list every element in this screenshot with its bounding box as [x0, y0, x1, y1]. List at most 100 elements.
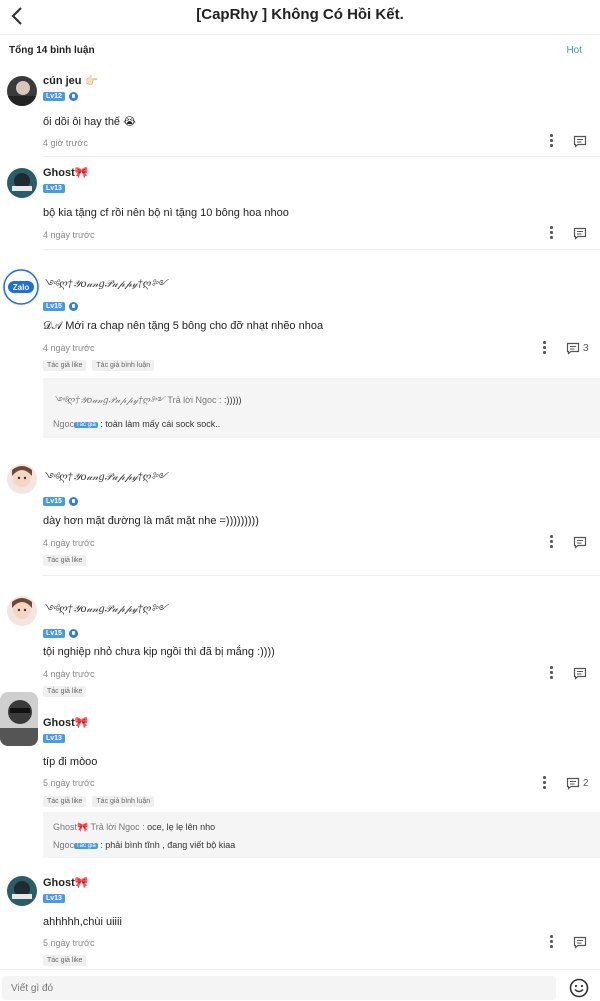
shield-icon	[68, 301, 78, 311]
comment-item: ༺ღ†𝒴𝑜𝓊𝓃𝑔𝒫𝓊𝓅𝓅𝓎†ღ༻ Lv15 tội nghiệp nhỏ chư…	[0, 588, 600, 700]
comment-author[interactable]: cún jeu 👉🏻	[43, 74, 98, 87]
user-badges: Lv15	[43, 496, 78, 506]
reply-author: Ghost🎀	[53, 822, 89, 832]
comment-icon	[573, 536, 587, 549]
divider	[42, 249, 600, 250]
comment-item: cún jeu 👉🏻 Lv12 ối dồi ôi hay thế 😭 4 gi…	[0, 66, 600, 157]
avatar[interactable]	[7, 596, 37, 626]
author-badge: Tác giả	[74, 422, 98, 428]
user-badges: Lv12	[43, 91, 78, 101]
page-title: [CapRhy ] Không Có Hồi Kết.	[196, 6, 404, 23]
comment-tags: Tác giả like Tác giả bình luận	[43, 360, 155, 371]
more-vertical-icon[interactable]	[546, 535, 556, 549]
author-badge: Tác giả	[74, 843, 98, 849]
comment-author[interactable]: ༺ღ†𝒴𝑜𝓊𝓃𝑔𝒫𝓊𝓅𝓅𝓎†ღ༻	[43, 598, 167, 626]
reply-verb: Trả lời Ngoc :	[88, 822, 148, 832]
comment-time: 4 ngày trước	[43, 343, 95, 353]
thread-reply: Ngoc Tác giả : toàn làm mấy cái sock sock…	[53, 419, 220, 429]
smiley-icon[interactable]	[569, 978, 589, 998]
thread-reply: Ghost🎀 Trả lời Ngoc : oce, lẹ lẹ lên nho	[53, 822, 215, 833]
comment-item: ༺ღ†𝒴𝑜𝓊𝓃𝑔𝒫𝓊𝓅𝓅𝓎†ღ༻ Lv15 dày hơn mặt đường …	[0, 456, 600, 576]
comment-author[interactable]: ༺ღ†𝒴𝑜𝓊𝓃𝑔𝒫𝓊𝓅𝓅𝓎†ღ༻	[43, 273, 167, 301]
reply-button[interactable]	[573, 134, 587, 148]
comment-item: Ghost🎀 Lv13 ahhhhh,chùi uiiii 5 ngày trư…	[0, 868, 600, 968]
comment-composer	[0, 969, 600, 1001]
level-badge: Lv15	[43, 496, 65, 506]
reply-author: ༺ღ†𝒴𝑜𝓊𝓃𝑔𝒫𝓊𝓅𝓅𝓎†ღ༻	[53, 396, 165, 406]
comment-text: ối dồi ôi hay thế 😭	[43, 116, 136, 128]
comment-time: 4 giờ trước	[43, 138, 88, 148]
reply-count: 2	[583, 777, 589, 789]
user-badges: Lv13	[43, 183, 65, 193]
comment-time: 4 ngày trước	[43, 669, 95, 679]
author-reply-tag: Tác giả bình luận	[92, 360, 155, 371]
user-badges: Lv13	[43, 893, 65, 903]
author-like-tag: Tác giả like	[43, 796, 87, 807]
comment-author[interactable]: Ghost🎀	[43, 876, 88, 889]
avatar[interactable]	[7, 876, 37, 906]
avatar[interactable]	[7, 76, 37, 106]
reply-thread[interactable]: Ghost🎀 Trả lời Ngoc : oce, lẹ lẹ lên nho…	[43, 812, 600, 858]
comment-time: 4 ngày trước	[43, 538, 95, 548]
avatar[interactable]	[7, 464, 37, 494]
comment-time: 5 ngày trước	[43, 938, 95, 948]
avatar[interactable]	[7, 168, 37, 198]
comment-tags: Tác giả like	[43, 955, 87, 966]
comment-author[interactable]: Ghost🎀	[43, 716, 88, 729]
reply-button[interactable]	[573, 666, 587, 680]
reply-button[interactable]: 2	[566, 776, 589, 790]
top-bar: [CapRhy ] Không Có Hồi Kết.	[0, 0, 600, 34]
comment-author[interactable]: ༺ღ†𝒴𝑜𝓊𝓃𝑔𝒫𝓊𝓅𝓅𝓎†ღ༻	[43, 466, 167, 494]
comment-time: 5 ngày trước	[43, 778, 95, 788]
more-vertical-icon[interactable]	[539, 776, 549, 790]
comment-summary-bar: Tổng 14 bình luận Hot	[0, 34, 600, 66]
reply-count: 3	[583, 342, 589, 354]
level-badge: Lv15	[43, 628, 65, 638]
comment-tags: Tác giả like Tác giả bình luận	[43, 796, 155, 807]
level-badge: Lv12	[43, 91, 65, 101]
more-vertical-icon[interactable]	[539, 341, 549, 355]
comment-author[interactable]: Ghost🎀	[43, 166, 88, 179]
reply-button[interactable]: 3	[566, 341, 589, 355]
more-vertical-icon[interactable]	[546, 134, 556, 148]
more-vertical-icon[interactable]	[546, 226, 556, 240]
divider	[42, 575, 600, 576]
more-vertical-icon[interactable]	[546, 666, 556, 680]
reply-verb: Trả lời Ngoc :	[164, 395, 224, 405]
author-reply-tag: Tác giả bình luận	[92, 796, 155, 807]
author-like-tag: Tác giả like	[43, 360, 87, 371]
thread-reply: Ngoc Tác giả : phải bình tĩnh , đang viết…	[53, 840, 235, 850]
level-badge: Lv13	[43, 183, 65, 193]
author-like-tag: Tác giả like	[43, 555, 87, 566]
comment-icon	[573, 667, 587, 680]
comment-icon	[566, 342, 580, 355]
comment-text: dày hơn mặt đường là mất mặt nhe =))))))…	[43, 515, 259, 527]
reply-button[interactable]	[573, 226, 587, 240]
comment-item: Ghost🎀 Lv13 típ đi mòoo 5 ngày trước Tác…	[0, 692, 600, 864]
sort-hot-button[interactable]: Hot	[566, 45, 582, 56]
comment-time: 4 ngày trước	[43, 230, 95, 240]
reply-button[interactable]	[573, 535, 587, 549]
comment-item: Zalo ༺ღ†𝒴𝑜𝓊𝓃𝑔𝒫𝓊𝓅𝓅𝓎†ღ༻ Lv15 𝒟𝒜 Mới ra cha…	[0, 252, 600, 450]
comment-icon	[573, 936, 587, 949]
reply-text: toàn làm mấy cái sock sock..	[105, 419, 221, 429]
user-badges: Lv13	[43, 733, 65, 743]
reply-text: phải bình tĩnh , đang viết bộ kiaa	[105, 840, 236, 850]
reply-author: Ngoc	[53, 419, 75, 429]
comment-icon	[566, 777, 580, 790]
avatar[interactable]: Zalo	[2, 268, 40, 306]
comment-input[interactable]	[2, 976, 556, 1000]
comment-text: bộ kia tặng cf rồi nên bộ nì tặng 10 bôn…	[43, 207, 289, 219]
level-badge: Lv15	[43, 301, 65, 311]
reply-button[interactable]	[573, 935, 587, 949]
level-badge: Lv13	[43, 733, 65, 743]
avatar[interactable]	[0, 692, 38, 746]
reply-thread[interactable]: ༺ღ†𝒴𝑜𝓊𝓃𝑔𝒫𝓊𝓅𝓅𝓎†ღ༻ Trả lời Ngoc : :))))) N…	[43, 378, 600, 438]
comment-text: tội nghiệp nhỏ chưa kịp ngồi thì đã bị m…	[43, 646, 275, 658]
comment-count: Tổng 14 bình luận	[9, 45, 95, 56]
more-vertical-icon[interactable]	[546, 935, 556, 949]
comment-icon	[573, 135, 587, 148]
svg-text:Zalo: Zalo	[13, 283, 30, 292]
shield-icon	[68, 628, 78, 638]
comment-icon	[573, 227, 587, 240]
